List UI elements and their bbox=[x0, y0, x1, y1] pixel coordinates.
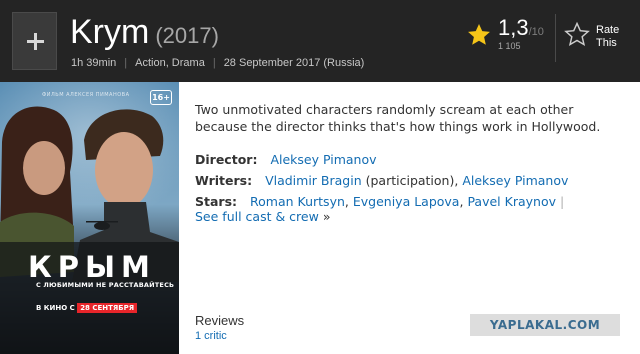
reviews-heading: Reviews bbox=[195, 313, 245, 328]
star-link[interactable]: Evgeniya Lapova bbox=[353, 194, 460, 209]
rate-this-button[interactable]: Rate This bbox=[596, 24, 632, 50]
writers-label: Writers: bbox=[195, 173, 253, 188]
poster-release: В КИНО С 28 СЕНТЯБРЯ bbox=[36, 303, 138, 313]
title-subtext: 1h 39min | Action, Drama | 28 September 2017… bbox=[71, 57, 364, 69]
plot-summary: Two unmotivated characters randomly scre… bbox=[195, 102, 601, 134]
stars-label: Stars: bbox=[195, 194, 238, 209]
poster-title: КРЫМ bbox=[28, 250, 156, 284]
director-label: Director: bbox=[195, 152, 258, 167]
writer-note: (participation), bbox=[365, 173, 459, 188]
poster-credit: ФИЛЬМ АЛЕКСЕЯ ПИМАНОВА bbox=[42, 92, 130, 98]
credit-director: Director: Aleksey Pimanov bbox=[195, 151, 377, 168]
poster-release-date: 28 СЕНТЯБРЯ bbox=[77, 303, 138, 313]
star-outline-icon[interactable] bbox=[563, 21, 591, 48]
poster-tagline: С ЛЮБИМЫМИ НЕ РАССТАВАЙТЕСЬ bbox=[36, 281, 175, 289]
star-link[interactable]: Pavel Kraynov bbox=[467, 194, 556, 209]
page-title: Krym bbox=[70, 13, 150, 51]
director-link[interactable]: Aleksey Pimanov bbox=[270, 152, 376, 167]
age-rating-badge: 16+ bbox=[150, 90, 172, 105]
add-to-watchlist-button[interactable] bbox=[12, 12, 57, 70]
watermark: YAPLAKAL.COM bbox=[470, 314, 620, 336]
rating-count[interactable]: 1 105 bbox=[498, 41, 521, 51]
poster-artwork bbox=[0, 82, 179, 354]
full-cast-row: See full cast & crew » bbox=[195, 208, 330, 225]
star-link[interactable]: Roman Kurtsyn bbox=[250, 194, 345, 209]
chevron-right-icon: » bbox=[322, 209, 331, 224]
writer-link[interactable]: Vladimir Bragin bbox=[265, 173, 362, 188]
comma: , bbox=[459, 194, 464, 209]
plus-icon-vertical bbox=[34, 33, 37, 50]
title-year[interactable]: (2017) bbox=[155, 23, 219, 48]
full-cast-link[interactable]: See full cast & crew bbox=[195, 209, 319, 224]
rating-value: 1,3/10 bbox=[498, 15, 544, 41]
rating-score: 1,3 bbox=[498, 15, 529, 40]
credit-writers: Writers: Vladimir Bragin (participation)… bbox=[195, 172, 568, 189]
rate-label-line2: This bbox=[596, 37, 617, 49]
title-header: Krym (2017) 1h 39min | Action, Drama | 28 Sep… bbox=[0, 0, 640, 82]
rating-max: /10 bbox=[528, 26, 544, 38]
genres[interactable]: Action, Drama bbox=[135, 57, 205, 69]
star-icon bbox=[468, 23, 490, 45]
title-line: Krym (2017) bbox=[70, 13, 219, 52]
movie-poster[interactable]: ФИЛЬМ АЛЕКСЕЯ ПИМАНОВА 16+ КРЫМ С ЛЮБИМЫ… bbox=[0, 82, 179, 354]
rate-label-line1: Rate bbox=[596, 24, 620, 36]
separator: | bbox=[212, 57, 216, 69]
separator: | bbox=[124, 57, 128, 69]
poster-release-prefix: В КИНО С bbox=[36, 304, 75, 312]
comma: , bbox=[344, 194, 349, 209]
separator: | bbox=[560, 194, 565, 209]
release-date[interactable]: 28 September 2017 (Russia) bbox=[224, 57, 365, 69]
critic-reviews-link[interactable]: 1 critic bbox=[195, 330, 227, 342]
runtime: 1h 39min bbox=[71, 57, 117, 69]
divider bbox=[555, 14, 556, 62]
writer-link[interactable]: Aleksey Pimanov bbox=[462, 173, 568, 188]
